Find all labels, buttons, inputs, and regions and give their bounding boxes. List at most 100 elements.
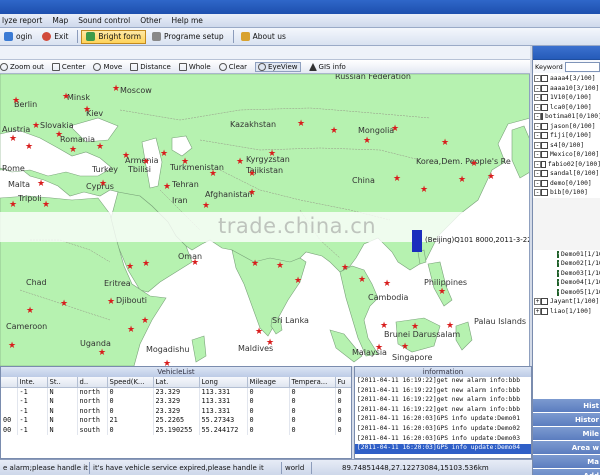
login-button[interactable]: ogin bbox=[0, 30, 36, 44]
tree-item[interactable]: Demo03[1/100] bbox=[533, 268, 600, 279]
collapse-icon[interactable]: - bbox=[534, 151, 541, 159]
log-line[interactable]: [2011-04-11 16:19:22]get new alarm info:… bbox=[355, 387, 531, 397]
table-row[interactable]: -1 Nnorth 0 23.329 113.331 0 0 0 bbox=[1, 396, 351, 406]
tree-item[interactable]: + liao[1/100] bbox=[533, 307, 600, 317]
collapse-icon[interactable]: - bbox=[534, 122, 541, 130]
tree-checkbox[interactable] bbox=[541, 84, 548, 92]
tree-checkbox[interactable] bbox=[557, 287, 562, 296]
tree-checkbox[interactable] bbox=[557, 258, 562, 268]
center-button[interactable]: Center bbox=[51, 62, 85, 71]
collapse-icon[interactable]: - bbox=[534, 132, 541, 140]
tree-item[interactable]: - fiji[0/100] bbox=[533, 131, 600, 141]
column-header[interactable]: Speed(K... bbox=[107, 377, 154, 388]
tree-checkbox[interactable] bbox=[541, 189, 548, 197]
collapse-icon[interactable]: - bbox=[534, 94, 541, 102]
information-log[interactable]: [2011-04-11 16:19:22]get new alarm info:… bbox=[355, 377, 531, 454]
tree-item[interactable]: - botima01[0/100] bbox=[533, 112, 600, 122]
tree-item[interactable]: Demo05[1/100] bbox=[533, 287, 600, 298]
tree-checkbox[interactable] bbox=[541, 132, 548, 140]
log-line[interactable]: [2011-04-11 16:20:03]GPS info update:Dem… bbox=[355, 415, 531, 425]
collapse-icon[interactable]: - bbox=[534, 160, 541, 168]
column-header[interactable]: Long bbox=[199, 377, 248, 388]
world-map[interactable]: Russian Federation Moscow Berlin Minsk Kiev K… bbox=[0, 74, 530, 366]
menu-map[interactable]: Map bbox=[52, 16, 68, 25]
collapse-icon[interactable]: - bbox=[534, 179, 541, 187]
menu-other[interactable]: Other bbox=[140, 16, 161, 25]
program-setup-button[interactable]: Programe setup bbox=[148, 30, 228, 44]
exit-button[interactable]: Exit bbox=[38, 30, 72, 44]
whole-button[interactable]: Whole bbox=[178, 62, 211, 71]
tree-item[interactable]: Demo01[1/100] bbox=[533, 249, 600, 260]
tree-item[interactable]: - 1V10[0/100] bbox=[533, 93, 600, 103]
tree-item[interactable]: - jason[0/100] bbox=[533, 122, 600, 132]
table-row[interactable]: -1 Nnorth 0 23.329 113.331 0 0 0 bbox=[1, 387, 351, 397]
side-button[interactable]: Add bbox=[533, 469, 600, 475]
tree-item[interactable]: + Jayant[1/100] bbox=[533, 297, 600, 307]
collapse-icon[interactable]: - bbox=[534, 189, 541, 197]
tree-checkbox[interactable] bbox=[541, 75, 548, 83]
tree-item[interactable]: - aaaa4[3/100] bbox=[533, 74, 600, 84]
side-button[interactable]: Histor bbox=[533, 413, 600, 427]
about-us-button[interactable]: About us bbox=[237, 30, 290, 44]
tree-item[interactable]: Demo04[1/100] bbox=[533, 277, 600, 288]
column-header[interactable]: Lat. bbox=[153, 377, 200, 388]
table-row[interactable]: 00 -1 Nsouth 0 25.190255 55.244172 0 0 0 bbox=[1, 425, 351, 435]
log-line[interactable]: [2011-04-11 16:19:22]get new alarm info:… bbox=[355, 396, 531, 406]
tree-item[interactable]: - Mexico[0/100] bbox=[533, 150, 600, 160]
collapse-icon[interactable]: - bbox=[534, 84, 541, 92]
log-line[interactable]: [2011-04-11 16:19:22]get new alarm info:… bbox=[355, 377, 531, 387]
log-line[interactable]: [2011-04-11 16:20:03]GPS info update:Dem… bbox=[355, 435, 531, 445]
tree-item[interactable]: Demo02[1/100] bbox=[533, 258, 600, 269]
tree-checkbox[interactable] bbox=[557, 268, 562, 277]
expand-icon[interactable]: + bbox=[534, 298, 541, 306]
zoom-out-button[interactable]: Zoom out bbox=[0, 62, 44, 71]
collapse-icon[interactable]: - bbox=[534, 113, 541, 121]
log-line[interactable]: [2011-04-11 16:20:03]GPS info update:Dem… bbox=[355, 444, 531, 454]
tree-item[interactable]: - sandal[0/100] bbox=[533, 169, 600, 179]
collapse-icon[interactable]: - bbox=[534, 103, 541, 111]
tree-item[interactable]: - fabio02[0/100] bbox=[533, 160, 600, 170]
side-button[interactable]: Hist bbox=[533, 399, 600, 413]
menu-help[interactable]: Help me bbox=[172, 16, 203, 25]
log-line[interactable]: [2011-04-11 16:19:22]get new alarm info:… bbox=[355, 406, 531, 416]
column-header[interactable]: Tempera... bbox=[289, 377, 336, 388]
tree-checkbox[interactable] bbox=[541, 141, 548, 149]
tree-checkbox[interactable] bbox=[541, 113, 543, 121]
tree-checkbox[interactable] bbox=[557, 277, 562, 287]
column-header[interactable]: Mileage bbox=[247, 377, 290, 388]
gis-info-button[interactable]: GIS info bbox=[308, 62, 346, 71]
keyword-input[interactable] bbox=[564, 61, 600, 72]
menu-analyze-report[interactable]: lyze report bbox=[2, 16, 42, 25]
menu-sound-control[interactable]: Sound control bbox=[78, 16, 130, 25]
column-header[interactable] bbox=[1, 377, 18, 388]
tree-checkbox[interactable] bbox=[541, 298, 548, 306]
collapse-icon[interactable]: - bbox=[534, 75, 541, 83]
column-header[interactable]: Fu bbox=[335, 377, 351, 388]
table-row[interactable]: -1 Nnorth 0 23.329 113.331 0 0 0 bbox=[1, 406, 351, 416]
side-button[interactable]: Mile bbox=[533, 427, 600, 441]
tree-checkbox[interactable] bbox=[557, 249, 562, 258]
move-button[interactable]: Move bbox=[93, 62, 122, 71]
tree-checkbox[interactable] bbox=[541, 151, 548, 159]
expand-icon[interactable]: + bbox=[534, 307, 541, 315]
collapse-icon[interactable]: - bbox=[534, 141, 541, 149]
eyeview-button[interactable]: EyeView bbox=[255, 61, 301, 72]
tree-checkbox[interactable] bbox=[541, 160, 546, 168]
vehicle-marker[interactable] bbox=[412, 230, 422, 252]
tree-item[interactable]: - lca0[0/100] bbox=[533, 103, 600, 113]
tree-checkbox[interactable] bbox=[541, 103, 548, 111]
tree-item[interactable]: - s4[0/100] bbox=[533, 141, 600, 151]
log-line[interactable]: [2011-04-11 16:20:03]GPS info update:Dem… bbox=[355, 425, 531, 435]
column-header[interactable]: d.. bbox=[77, 377, 108, 388]
side-button[interactable]: Ma bbox=[533, 455, 600, 469]
tree-checkbox[interactable] bbox=[541, 307, 548, 315]
tree-checkbox[interactable] bbox=[541, 170, 548, 178]
tree-checkbox[interactable] bbox=[541, 179, 548, 187]
tree-item[interactable]: - demo[0/100] bbox=[533, 179, 600, 189]
table-row[interactable]: 00 -1 Nnorth 21 25.2265 55.27343 0 0 0 bbox=[1, 415, 351, 425]
distance-button[interactable]: Distance bbox=[130, 62, 171, 71]
tree-item[interactable]: - aaaa10[3/100] bbox=[533, 84, 600, 94]
collapse-icon[interactable]: - bbox=[534, 170, 541, 178]
bright-form-button[interactable]: Bright form bbox=[81, 29, 147, 44]
column-header[interactable]: Inte. bbox=[17, 377, 48, 388]
